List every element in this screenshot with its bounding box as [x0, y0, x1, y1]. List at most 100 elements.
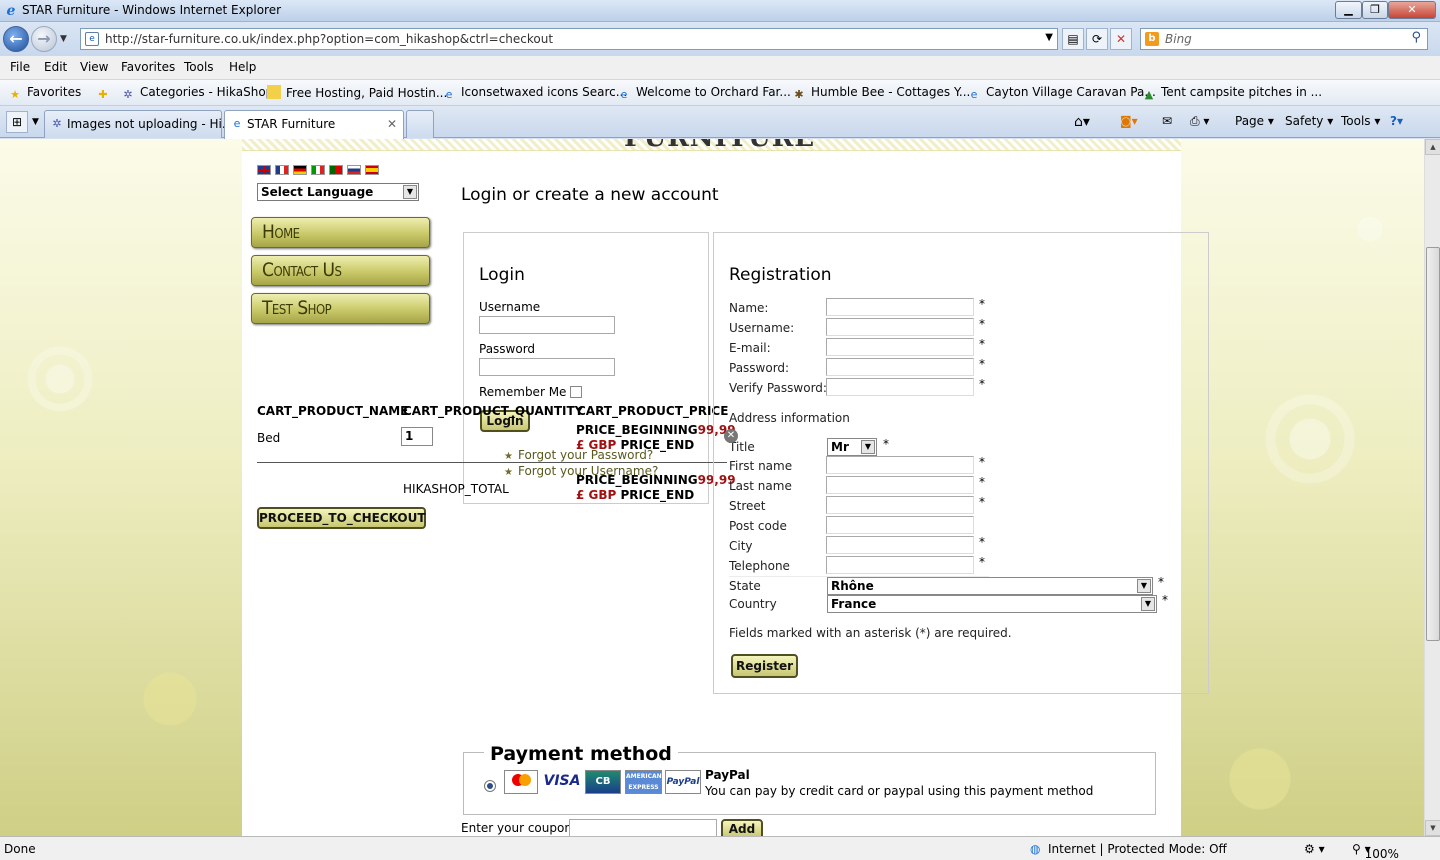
search-box[interactable]: b Bing ⚲	[1140, 28, 1428, 50]
scrollbar-thumb[interactable]	[1426, 247, 1440, 641]
security-zone[interactable]: Internet | Protected Mode: Off	[1048, 842, 1227, 856]
favorite-link-1[interactable]: ✲ Categories - HikaShop	[121, 85, 273, 102]
tools-menu[interactable]: Tools ▾	[1341, 114, 1380, 128]
nav-test-shop-button[interactable]: Test Shop	[251, 293, 430, 324]
url-text[interactable]: http://star-furniture.co.uk/index.php?op…	[105, 32, 553, 46]
username-input[interactable]	[479, 316, 615, 334]
scroll-up-icon[interactable]: ▲	[1425, 139, 1440, 155]
checkout-heading: Login or create a new account	[461, 185, 719, 205]
street-input[interactable]	[826, 496, 974, 514]
address-dropdown-icon[interactable]: ▼	[1045, 32, 1053, 43]
close-icon[interactable]: ✕	[724, 429, 738, 443]
reg-email-input[interactable]	[826, 338, 974, 356]
cart-quantity-input[interactable]: 1	[401, 427, 433, 446]
required-asterisk: *	[979, 377, 985, 391]
stop-icon[interactable]: ✕	[1110, 28, 1132, 50]
flag-portuguese-icon[interactable]	[329, 165, 343, 175]
flag-french-icon[interactable]	[275, 165, 289, 175]
reg-name-input[interactable]	[826, 298, 974, 316]
state-select[interactable]: Rhône ▼	[827, 577, 1153, 595]
refresh-icon[interactable]: ⟳	[1086, 28, 1108, 50]
read-mail-icon[interactable]: ✉	[1162, 114, 1172, 128]
city-input[interactable]	[826, 536, 974, 554]
nav-home-button[interactable]: Home	[251, 217, 430, 248]
quick-tabs-icon[interactable]: ⊞	[6, 111, 28, 133]
first-name-input[interactable]	[826, 456, 974, 474]
zoom-level[interactable]: ⚲ 100% ▾	[1352, 842, 1399, 860]
cart-product-name[interactable]: Bed	[257, 431, 280, 445]
chevron-down-icon: ▼	[1137, 579, 1151, 593]
search-placeholder[interactable]: Bing	[1165, 32, 1192, 46]
address-bar[interactable]: e http://star-furniture.co.uk/index.php?…	[80, 28, 1058, 50]
search-icon[interactable]: ⚲	[1411, 30, 1421, 45]
menu-favorites[interactable]: Favorites	[121, 60, 175, 74]
menu-view[interactable]: View	[80, 60, 108, 74]
title-select[interactable]: Mr ▼	[827, 438, 877, 456]
menu-tools[interactable]: Tools	[184, 60, 214, 74]
tab-label: STAR Furniture	[247, 117, 336, 131]
reg-password-input[interactable]	[826, 358, 974, 376]
paypal-radio[interactable]	[484, 780, 496, 792]
nav-contact-button[interactable]: Contact Us	[251, 255, 430, 286]
minimize-button[interactable]: ▁	[1335, 1, 1362, 19]
remember-me-checkbox[interactable]	[570, 386, 582, 398]
maximize-button[interactable]: ❐	[1362, 1, 1388, 19]
favorites-button[interactable]: ★ Favorites	[8, 85, 81, 102]
home-icon[interactable]: ⌂▾	[1074, 114, 1090, 130]
flag-italian-icon[interactable]	[311, 165, 325, 175]
flag-english-icon[interactable]	[257, 165, 271, 175]
menu-help[interactable]: Help	[229, 60, 256, 74]
menu-file[interactable]: File	[10, 60, 30, 74]
flag-russian-icon[interactable]	[347, 165, 361, 175]
flag-spanish-icon[interactable]	[365, 165, 379, 175]
safety-menu[interactable]: Safety ▾	[1285, 114, 1333, 128]
password-input[interactable]	[479, 358, 615, 376]
close-window-button[interactable]: ✕	[1388, 1, 1436, 19]
close-tab-icon[interactable]: ✕	[387, 117, 397, 131]
favorite-link-3[interactable]: e Iconsetwaxed icons Searc...	[442, 85, 628, 102]
required-asterisk: *	[979, 317, 985, 331]
amex-card-label: AMERICAN EXPRESS	[625, 770, 662, 794]
country-select[interactable]: France ▼	[827, 595, 1157, 613]
address-info-heading: Address information	[729, 411, 850, 425]
add-favorite-icon[interactable]: ✚	[96, 85, 115, 102]
country-select-value: France	[831, 597, 877, 611]
compatibility-view-icon[interactable]: ▤	[1062, 28, 1084, 50]
required-asterisk: *	[979, 337, 985, 351]
tab-star-furniture[interactable]: e STAR Furniture ✕	[224, 110, 404, 139]
language-select[interactable]: Select Language ▼	[257, 183, 419, 201]
reg-verify-password-input[interactable]	[826, 378, 974, 396]
recent-pages-dropdown-icon[interactable]: ▼	[60, 34, 67, 44]
tab-list-dropdown-icon[interactable]: ▼	[32, 117, 39, 127]
page-menu[interactable]: Page ▾	[1235, 114, 1274, 128]
favorite-link-7[interactable]: ▲ Tent campsite pitches in ...	[1142, 85, 1322, 102]
coupon-input[interactable]	[569, 819, 717, 836]
reg-username-input[interactable]	[826, 318, 974, 336]
register-button[interactable]: Register	[731, 654, 798, 678]
favorite-link-5[interactable]: ✱ Humble Bee - Cottages Y...	[792, 85, 970, 102]
favorite-link-2[interactable]: Free Hosting, Paid Hostin...	[267, 85, 447, 100]
proceed-to-checkout-button[interactable]: PROCEED_TO_CHECKOUT	[257, 507, 426, 529]
add-coupon-button[interactable]: Add	[721, 819, 763, 836]
ie-page-icon: e	[620, 88, 628, 101]
popup-blocker-icon[interactable]: ⚙ ▾	[1304, 842, 1325, 856]
forward-button[interactable]: →	[31, 26, 57, 52]
back-button[interactable]: ←	[3, 26, 29, 52]
vertical-scrollbar[interactable]: ▲ ▼	[1424, 139, 1440, 836]
menu-edit[interactable]: Edit	[44, 60, 67, 74]
title-select-value: Mr	[831, 440, 849, 454]
feeds-icon[interactable]: ◙▾	[1120, 114, 1138, 128]
scroll-down-icon[interactable]: ▼	[1425, 820, 1440, 836]
tab-images-not-uploading[interactable]: ✲ Images not uploading - Hi...	[44, 110, 233, 138]
required-asterisk: *	[979, 357, 985, 371]
telephone-input[interactable]	[826, 556, 974, 574]
last-name-input[interactable]	[826, 476, 974, 494]
favorite-link-4[interactable]: e Welcome to Orchard Far...	[617, 85, 791, 102]
favorite-link-6[interactable]: e Cayton Village Caravan Pa...	[967, 85, 1156, 102]
post-code-input[interactable]	[826, 516, 974, 534]
help-icon[interactable]: ?▾	[1390, 114, 1403, 128]
required-asterisk: *	[979, 475, 985, 489]
flag-german-icon[interactable]	[293, 165, 307, 175]
new-tab-button[interactable]	[406, 110, 434, 138]
print-icon[interactable]: ⎙ ▾	[1190, 114, 1209, 129]
